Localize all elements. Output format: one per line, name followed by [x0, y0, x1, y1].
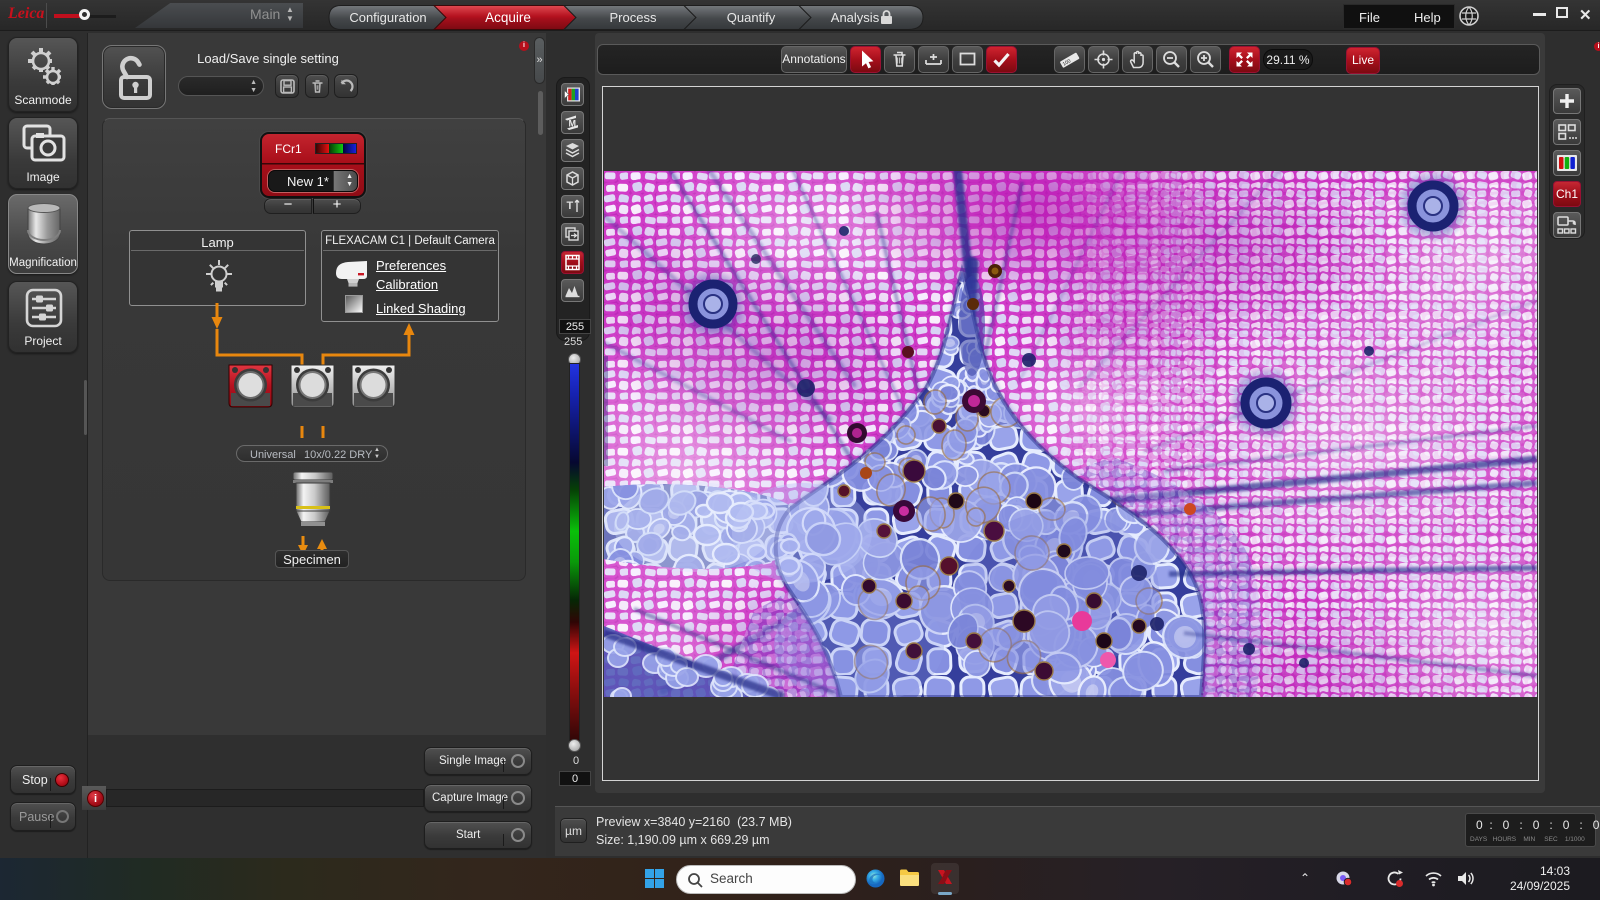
- svg-text:Analysis: Analysis: [831, 10, 880, 25]
- svg-text:Acquire: Acquire: [485, 10, 531, 25]
- svg-text:Process: Process: [610, 10, 657, 25]
- svg-text:Quantify: Quantify: [727, 10, 776, 25]
- svg-text:Configuration: Configuration: [349, 10, 426, 25]
- svg-text:T: T: [567, 200, 574, 212]
